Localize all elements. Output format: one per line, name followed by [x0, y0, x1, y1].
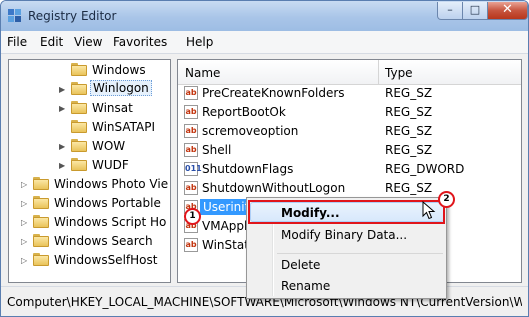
value-type: REG_SZ: [385, 124, 433, 138]
close-button[interactable]: ✕: [487, 2, 528, 20]
step-1-badge: 1: [184, 208, 201, 225]
folder-icon: [71, 82, 87, 95]
folder-icon: [33, 234, 49, 247]
tree-item-label: Windows: [92, 63, 146, 77]
expand-icon[interactable]: ▷: [21, 256, 27, 265]
value-type: REG_SZ: [385, 86, 433, 100]
value-name: Userinit: [200, 199, 253, 215]
folder-icon: [71, 101, 87, 114]
column-header-name[interactable]: Name: [185, 66, 220, 80]
tree-item-label: Winsat: [92, 101, 133, 115]
value-row[interactable]: ab Shell REG_SZ: [178, 141, 521, 160]
string-value-icon: ab: [184, 181, 198, 195]
menu-bar: File Edit View Favorites Help: [1, 31, 528, 54]
expand-icon[interactable]: ▶: [59, 142, 65, 151]
tree-item-label: WinSATAPI: [92, 120, 156, 134]
registry-editor-window: Registry Editor – □ ✕ File Edit View Fav…: [0, 0, 529, 317]
expand-icon[interactable]: ▷: [21, 237, 27, 246]
string-value-icon: ab: [184, 143, 198, 157]
menu-item-delete[interactable]: Delete: [281, 258, 320, 272]
column-header: Name Type: [178, 60, 521, 85]
menu-separator: [277, 253, 443, 254]
folder-icon: [33, 253, 49, 266]
value-type: REG_SZ: [385, 181, 433, 195]
registry-app-icon: [8, 9, 22, 23]
value-type: REG_DWORD: [385, 162, 465, 176]
menu-item-rename[interactable]: Rename: [281, 279, 330, 293]
string-value-icon: ab: [184, 124, 198, 138]
value-row[interactable]: ab ShutdownWithoutLogon REG_SZ: [178, 179, 521, 198]
value-type: REG_SZ: [385, 143, 433, 157]
expand-icon[interactable]: ▶: [59, 104, 65, 113]
callout-highlight-box: [248, 200, 445, 224]
string-value-icon: ab: [184, 86, 198, 100]
folder-icon: [33, 196, 49, 209]
step-2-badge: 2: [438, 191, 455, 208]
value-type: REG_SZ: [385, 105, 433, 119]
value-name: ReportBootOk: [202, 105, 286, 119]
key-tree-pane[interactable]: Windows ▶ Winlogon ▶ Winsat WinSATAPI ▶ …: [8, 59, 171, 283]
menu-view[interactable]: View: [74, 35, 102, 49]
tree-item-label: Windows Script Ho: [54, 215, 167, 229]
folder-icon: [71, 120, 87, 133]
string-value-icon: ab: [184, 105, 198, 119]
menu-help[interactable]: Help: [186, 35, 213, 49]
context-menu: Modify... Modify Binary Data... Delete R…: [246, 197, 447, 299]
value-name: PreCreateKnownFolders: [202, 86, 345, 100]
mouse-pointer-icon: [422, 200, 436, 224]
maximize-button[interactable]: □: [462, 2, 488, 20]
folder-icon: [71, 63, 87, 76]
folder-icon: [71, 139, 87, 152]
column-header-type[interactable]: Type: [385, 66, 413, 80]
tree-item-label: WOW: [92, 139, 126, 153]
expand-icon[interactable]: ▷: [21, 180, 27, 189]
folder-icon: [33, 177, 49, 190]
value-name: ShutdownWithoutLogon: [202, 181, 346, 195]
tree-item-label: Windows Photo Vie: [54, 177, 169, 191]
folder-icon: [33, 215, 49, 228]
folder-icon: [71, 158, 87, 171]
window-title: Registry Editor: [28, 9, 117, 23]
tree-item-label: Windows Portable: [54, 196, 161, 210]
menu-favorites[interactable]: Favorites: [113, 35, 167, 49]
expand-icon[interactable]: ▷: [21, 199, 27, 208]
tree-item-label: Windows Search: [54, 234, 153, 248]
column-divider[interactable]: [378, 60, 379, 84]
value-name: scremoveoption: [202, 124, 299, 138]
expand-icon[interactable]: ▶: [59, 85, 65, 94]
minimize-button[interactable]: –: [437, 2, 463, 20]
value-name: ShutdownFlags: [202, 162, 294, 176]
title-bar[interactable]: Registry Editor – □ ✕: [1, 1, 528, 31]
menu-file[interactable]: File: [7, 35, 27, 49]
tree-item-label: WindowsSelfHost: [54, 253, 158, 267]
menu-edit[interactable]: Edit: [40, 35, 63, 49]
value-row[interactable]: ab PreCreateKnownFolders REG_SZ: [178, 84, 521, 103]
string-value-icon: ab: [184, 238, 198, 252]
expand-icon[interactable]: ▷: [21, 218, 27, 227]
value-row[interactable]: ab ReportBootOk REG_SZ: [178, 103, 521, 122]
tree-item-label: Winlogon: [90, 80, 152, 96]
tree-item-label: WUDF: [92, 158, 129, 172]
value-name: Shell: [202, 143, 232, 157]
value-row[interactable]: ab scremoveoption REG_SZ: [178, 122, 521, 141]
menu-item-modify-binary[interactable]: Modify Binary Data...: [281, 228, 407, 242]
menu-item-modify[interactable]: Modify...: [281, 206, 340, 220]
expand-icon[interactable]: ▶: [59, 161, 65, 170]
dword-value-icon: 011: [184, 162, 202, 176]
value-row[interactable]: 011 ShutdownFlags REG_DWORD: [178, 160, 521, 179]
